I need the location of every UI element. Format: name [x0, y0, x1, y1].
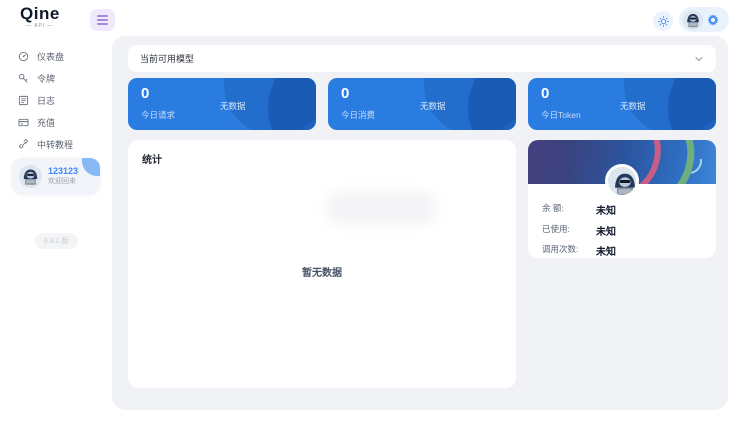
sidebar-item-label: 日志	[37, 95, 56, 106]
empty-chart-placeholder	[328, 193, 434, 223]
stat-value: 0	[141, 85, 150, 102]
stat-empty-text: 无数据	[220, 101, 246, 111]
account-summary-card: 余 额: 未知 已使用: 未知 调用次数: 未知	[528, 140, 716, 258]
no-data-text: 暂无数据	[302, 268, 342, 279]
log-icon	[18, 95, 29, 106]
card-circle-decoration	[468, 78, 516, 130]
statistics-panel: 统计 暂无数据	[128, 140, 516, 388]
sidebar-item-recharge[interactable]: 充值	[18, 114, 55, 130]
user-menu[interactable]	[679, 7, 729, 32]
card-circle-decoration	[268, 78, 316, 130]
user-greeting: 欢迎回来	[48, 178, 76, 185]
account-avatar	[605, 164, 639, 198]
sidebar-item-tutorial[interactable]: 中转教程	[18, 136, 73, 152]
hamburger-icon	[97, 15, 108, 17]
stat-label: 今日请求	[141, 110, 176, 120]
user-name: 123123	[48, 166, 79, 176]
app-logo: Qine — API —	[20, 4, 60, 30]
stat-label: 今日消费	[341, 110, 376, 120]
stat-card-requests: 0 无数据 今日请求	[128, 78, 316, 130]
version-badge: 0.9.2 版	[34, 233, 78, 249]
sun-icon	[657, 15, 669, 27]
available-models-panel[interactable]: 当前可用模型	[128, 45, 716, 72]
logo-text: Qine	[20, 4, 60, 23]
stat-empty-text: 无数据	[620, 101, 646, 111]
account-row-label: 余 额:	[542, 203, 564, 213]
account-row-calls: 调用次数: 未知	[542, 243, 702, 258]
available-models-title: 当前可用模型	[140, 54, 195, 64]
sidebar-item-dashboard[interactable]: 仪表盘	[18, 48, 64, 64]
account-row-used: 已使用: 未知	[542, 223, 702, 238]
user-meta: 123123 欢迎回来	[48, 166, 78, 186]
stat-value: 0	[541, 85, 550, 102]
sidebar-item-label: 中转教程	[37, 139, 74, 150]
gauge-icon	[18, 51, 29, 62]
recharge-card-icon	[18, 117, 29, 128]
sidebar-item-tokens[interactable]: 令牌	[18, 70, 55, 86]
stat-card-tokens: 0 无数据 今日Token	[528, 78, 716, 130]
account-row-balance: 余 额: 未知	[542, 202, 702, 217]
stat-label: 今日Token	[541, 110, 581, 120]
card-circle-decoration	[668, 78, 716, 130]
account-row-value: 未知	[596, 227, 616, 238]
account-row-value: 未知	[596, 206, 616, 217]
topbar: Qine — API —	[0, 0, 736, 36]
sidebar-item-label: 令牌	[37, 73, 56, 84]
sidebar: 仪表盘 令牌 日志 充值 中转教程 123123 欢迎回来 0.9.2 版	[0, 36, 112, 425]
statistics-title: 统计	[142, 155, 162, 166]
logo-subtitle: — API —	[26, 23, 54, 29]
sidebar-toggle-button[interactable]	[90, 9, 115, 31]
account-row-label: 已使用:	[542, 224, 570, 234]
card-corner-decoration	[82, 158, 100, 176]
sidebar-item-label: 充值	[37, 117, 56, 128]
stat-card-spend: 0 无数据 今日消费	[328, 78, 516, 130]
stat-empty-text: 无数据	[420, 101, 446, 111]
account-row-value: 未知	[596, 247, 616, 258]
chevron-down-icon[interactable]	[694, 54, 704, 64]
sidebar-item-logs[interactable]: 日志	[18, 92, 55, 108]
user-avatar	[19, 164, 42, 188]
hamburger-icon	[97, 19, 108, 21]
account-row-label: 调用次数:	[542, 244, 579, 254]
stat-value: 0	[341, 85, 350, 102]
theme-toggle-button[interactable]	[653, 11, 673, 31]
link-icon	[18, 138, 29, 150]
gear-icon[interactable]	[706, 13, 720, 27]
hamburger-icon	[97, 23, 108, 25]
sidebar-item-label: 仪表盘	[37, 51, 65, 62]
topbar-avatar	[683, 9, 703, 30]
key-icon	[18, 73, 29, 84]
main-content: 当前可用模型 0 无数据 今日请求 0 无数据 今日消费 0 无数据 今日Tok…	[112, 35, 728, 410]
app-window: Qine — API — 仪表盘 令牌 日志 充值 中转教程 123123 欢迎…	[0, 0, 736, 425]
sidebar-user-card[interactable]: 123123 欢迎回来	[12, 158, 100, 194]
